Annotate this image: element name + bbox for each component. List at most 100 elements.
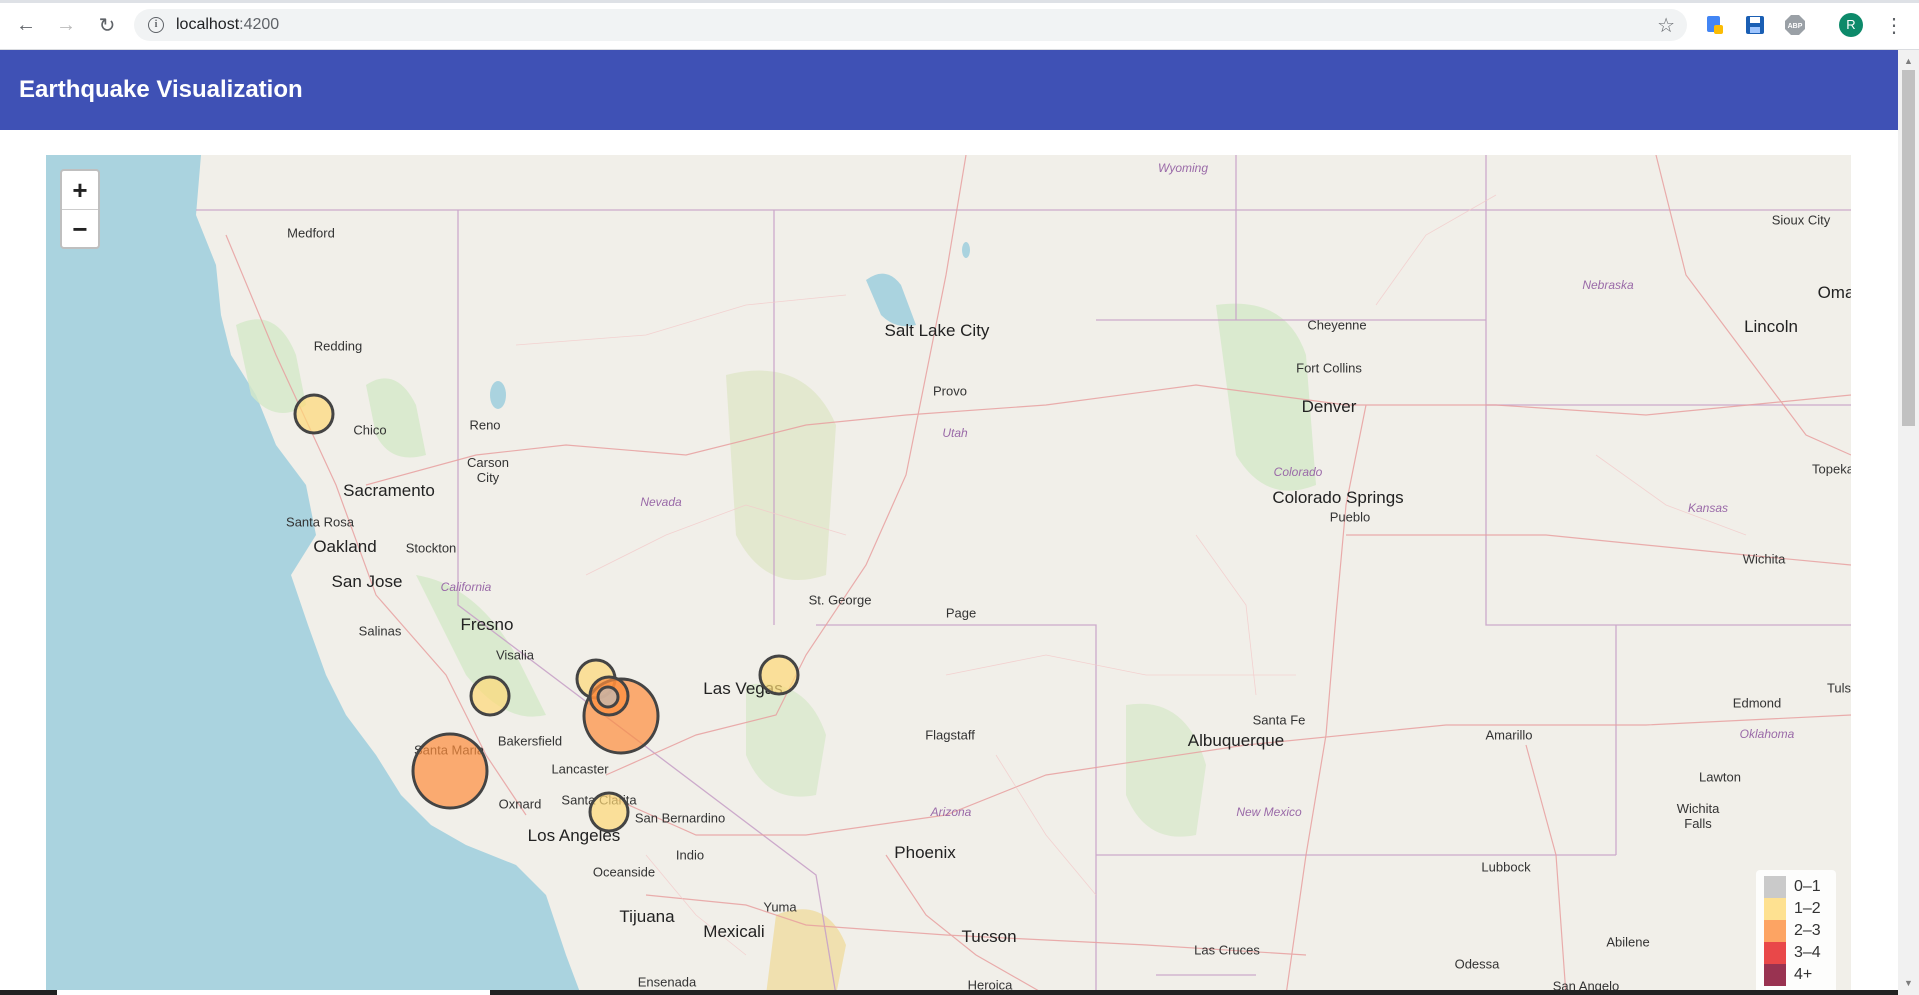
legend-row: 0–1 xyxy=(1764,876,1836,898)
state-label: Nebraska xyxy=(1582,278,1634,292)
city-label: Edmond xyxy=(1732,695,1782,711)
legend-row: 2–3 xyxy=(1764,920,1836,942)
city-label: Lancaster xyxy=(551,761,609,777)
state-label: New Mexico xyxy=(1236,805,1302,819)
taskbar-highlight xyxy=(57,990,490,995)
scroll-down-icon[interactable]: ▼ xyxy=(1904,978,1913,988)
back-arrow-icon[interactable]: ← xyxy=(13,12,39,38)
legend-label: 1–2 xyxy=(1794,900,1821,917)
svg-text:ABP: ABP xyxy=(1788,23,1803,30)
legend-swatch xyxy=(1764,920,1786,942)
city-label: Santa Rosa xyxy=(286,514,354,530)
city-label: Colorado Springs xyxy=(1272,488,1404,507)
city-label: Salinas xyxy=(358,623,402,639)
page-title: Earthquake Visualization xyxy=(19,76,303,103)
star-icon[interactable]: ☆ xyxy=(1657,13,1675,38)
state-label: California xyxy=(440,580,492,594)
city-label: Flagstaff xyxy=(925,727,975,743)
city-label: Tucson xyxy=(961,927,1017,946)
city-label: Provo xyxy=(933,383,967,399)
city-label: Tijuana xyxy=(619,907,675,926)
zoom-control: + − xyxy=(60,169,100,249)
city-label: Las Cruces xyxy=(1194,942,1260,958)
legend-label: 4+ xyxy=(1794,966,1813,983)
legend-row: 3–4 xyxy=(1764,942,1836,964)
tab-strip-edge xyxy=(0,0,1919,3)
city-label: Phoenix xyxy=(894,843,956,862)
city-label: Amarillo xyxy=(1485,727,1533,743)
city-label: Odessa xyxy=(1454,956,1500,972)
city-label: Lubbock xyxy=(1481,859,1531,875)
city-label: Chico xyxy=(353,422,387,438)
city-label: Salt Lake City xyxy=(884,321,990,340)
legend-label: 3–4 xyxy=(1794,944,1821,961)
city-label: Mexicali xyxy=(703,922,765,941)
city-label: Wichita Falls xyxy=(1676,801,1720,831)
city-label: San Bernardino xyxy=(634,810,726,826)
zoom-in-button[interactable]: + xyxy=(62,171,98,209)
legend-swatch xyxy=(1764,876,1786,898)
city-label: Fort Collins xyxy=(1296,360,1362,376)
city-label: Oma xyxy=(1817,283,1851,302)
city-label: Santa Clarita xyxy=(561,792,637,808)
legend-swatch xyxy=(1764,942,1786,964)
city-label: Visalia xyxy=(495,647,535,663)
page-scrollbar[interactable]: ▲ ▼ xyxy=(1898,50,1919,995)
city-label: Ensenada xyxy=(637,974,697,990)
state-label: Kansas xyxy=(1687,501,1729,515)
city-label: St. George xyxy=(808,592,872,608)
reload-icon[interactable]: ↻ xyxy=(94,12,120,38)
browser-chrome: ← → ↻ i localhost:4200 ☆ ABP R ⋮ xyxy=(0,0,1919,50)
city-label: Santa Fe xyxy=(1252,712,1306,728)
app-toolbar: Earthquake Visualization xyxy=(0,50,1898,130)
city-label: Yuma xyxy=(763,899,797,915)
city-label: Wichita xyxy=(1742,551,1786,567)
city-label: Abilene xyxy=(1606,934,1650,950)
legend-label: 2–3 xyxy=(1794,922,1821,939)
city-label: Tuls xyxy=(1826,680,1851,696)
scrollbar-thumb[interactable] xyxy=(1902,70,1915,426)
legend-label: 0–1 xyxy=(1794,878,1821,895)
city-label: Topeka xyxy=(1812,461,1851,477)
address-bar[interactable]: i localhost:4200 ☆ xyxy=(134,9,1687,41)
extension-icon[interactable] xyxy=(1704,14,1726,36)
city-label: Carson City xyxy=(467,455,509,485)
city-label: Sioux City xyxy=(1771,212,1831,228)
city-label: Pueblo xyxy=(1329,509,1371,525)
save-extension-icon[interactable] xyxy=(1744,14,1766,36)
adblock-icon[interactable]: ABP xyxy=(1784,14,1806,36)
scroll-up-icon[interactable]: ▲ xyxy=(1904,56,1913,66)
city-label: Stockton xyxy=(405,540,457,556)
city-label: Albuquerque xyxy=(1187,731,1285,750)
forward-arrow-icon[interactable]: → xyxy=(53,12,79,38)
legend-swatch xyxy=(1764,964,1786,986)
map-tiles xyxy=(46,155,1851,995)
city-label: Reno xyxy=(469,417,501,433)
city-label: Los Angeles xyxy=(527,826,621,845)
state-label: Nevada xyxy=(640,495,682,509)
avatar[interactable]: R xyxy=(1839,13,1863,37)
city-label: Page xyxy=(945,605,977,621)
city-label: Fresno xyxy=(460,615,514,634)
state-label: Utah xyxy=(942,426,968,440)
city-label: Redding xyxy=(313,338,363,354)
info-icon[interactable]: i xyxy=(148,17,164,33)
legend-row: 1–2 xyxy=(1764,898,1836,920)
state-label: Wyoming xyxy=(1157,161,1209,175)
url-text[interactable]: localhost:4200 xyxy=(176,16,279,34)
kebab-menu-icon[interactable]: ⋮ xyxy=(1884,13,1904,38)
city-label: Las Vegas xyxy=(703,679,783,698)
earthquake-map[interactable]: Wyoming Nebraska Utah Nevada California … xyxy=(46,155,1851,995)
state-label: Oklahoma xyxy=(1739,727,1795,741)
city-label: Oakland xyxy=(313,537,377,556)
state-label: Arizona xyxy=(930,805,972,819)
city-label: Oxnard xyxy=(498,796,542,812)
city-label: Bakersfield xyxy=(497,733,563,749)
taskbar-strip xyxy=(0,990,1898,995)
zoom-out-button[interactable]: − xyxy=(62,209,98,247)
city-label: Denver xyxy=(1301,397,1357,416)
city-label: San Jose xyxy=(331,572,403,591)
city-label: Medford xyxy=(287,225,335,241)
city-label: Lincoln xyxy=(1744,317,1798,336)
legend-swatch xyxy=(1764,898,1786,920)
